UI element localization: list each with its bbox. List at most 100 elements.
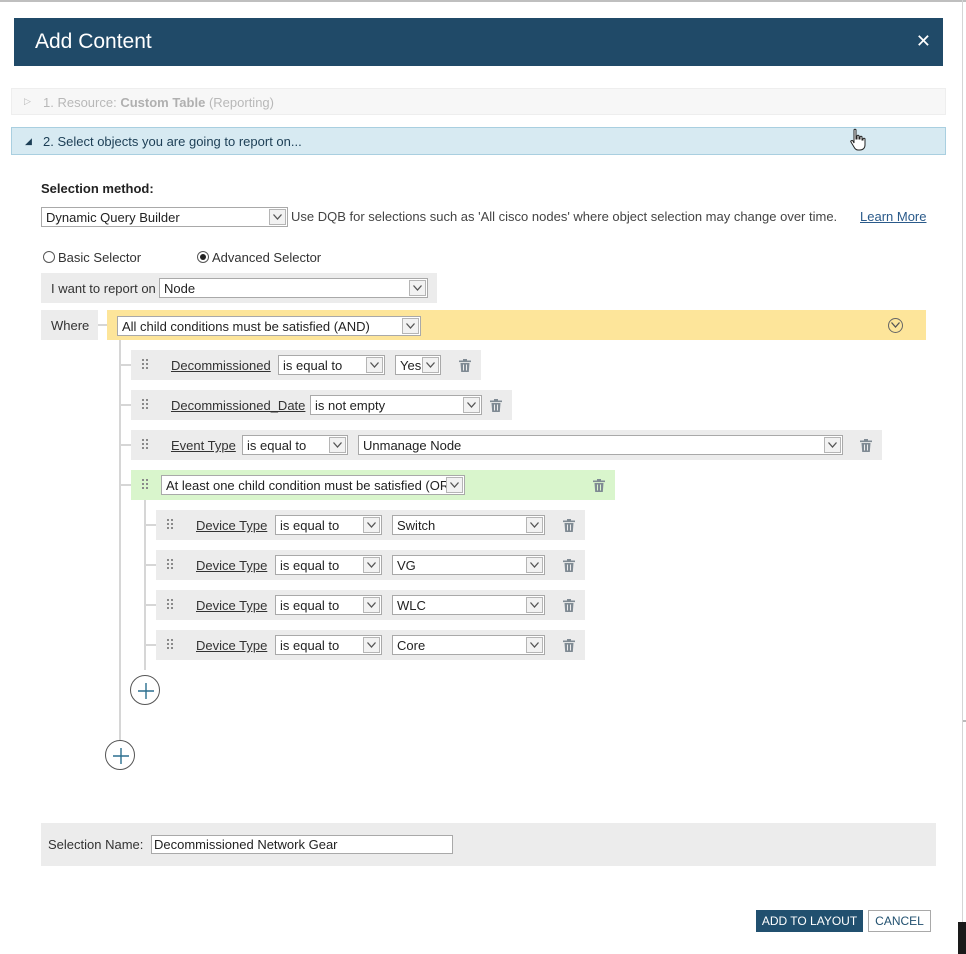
condition-value: Switch	[397, 518, 436, 533]
add-to-layout-button[interactable]: ADD TO LAYOUT	[756, 910, 863, 932]
collapse-triangle-icon: ◢	[25, 136, 32, 146]
condition-operator-select[interactable]: is equal to	[242, 435, 348, 455]
window-edge-block	[958, 922, 966, 954]
condition-operator-value: is equal to	[247, 438, 307, 453]
or-operator-value: At least one child condition must be sat…	[166, 478, 454, 493]
condition-value: Core	[397, 638, 426, 653]
condition-value: Yes	[400, 358, 422, 373]
dropdown-arrow-icon	[269, 209, 286, 225]
dropdown-arrow-icon	[363, 637, 380, 653]
trash-icon[interactable]	[860, 439, 872, 452]
basic-selector-label: Basic Selector	[58, 250, 142, 265]
condition-operator-value: is equal to	[280, 598, 340, 613]
collapse-circle-icon[interactable]	[888, 318, 903, 333]
dropdown-arrow-icon	[526, 597, 543, 613]
drag-handle-icon[interactable]	[142, 399, 150, 411]
and-operator-value: All child conditions must be satisfied (…	[122, 319, 370, 334]
condition-value-select[interactable]: Core	[392, 635, 545, 655]
report-on-select[interactable]: Node	[159, 278, 428, 298]
trash-icon[interactable]	[563, 599, 575, 612]
condition-value-select[interactable]: Unmanage Node	[358, 435, 843, 455]
selection-method-value: Dynamic Query Builder	[46, 210, 180, 225]
dropdown-arrow-icon	[363, 517, 380, 533]
trash-icon[interactable]	[563, 639, 575, 652]
condition-operator-select[interactable]: is equal to	[275, 555, 382, 575]
condition-row: Decommissioned is equal to Yes	[131, 350, 481, 380]
expand-triangle-icon: ▷	[24, 96, 31, 106]
where-label-box: Where	[41, 310, 98, 340]
condition-field[interactable]: Device Type	[196, 638, 267, 653]
step-resource-label: 1. Resource: Custom Table (Reporting)	[43, 95, 274, 110]
where-connector	[98, 324, 107, 326]
trash-icon[interactable]	[459, 359, 471, 372]
add-condition-icon[interactable]	[130, 675, 160, 705]
trash-icon[interactable]	[593, 479, 605, 492]
tree-branch	[144, 644, 156, 646]
condition-field[interactable]: Device Type	[196, 598, 267, 613]
tree-branch	[144, 604, 156, 606]
tree-branch	[119, 484, 131, 486]
condition-operator-select[interactable]: is equal to	[275, 515, 382, 535]
advanced-selector-radio[interactable]	[197, 251, 209, 263]
selection-method-hint: Use DQB for selections such as 'All cisc…	[291, 209, 838, 224]
or-group-bar: At least one child condition must be sat…	[131, 470, 615, 500]
step-select-objects-label: 2. Select objects you are going to repor…	[43, 134, 302, 149]
dropdown-arrow-icon	[409, 280, 426, 296]
cancel-button[interactable]: CANCEL	[868, 910, 931, 932]
condition-row: Device Type is equal to Switch	[156, 510, 585, 540]
add-condition-icon[interactable]	[105, 740, 135, 770]
condition-value-select[interactable]: Switch	[392, 515, 545, 535]
dropdown-arrow-icon	[422, 357, 439, 373]
drag-handle-icon[interactable]	[142, 439, 150, 451]
and-operator-select[interactable]: All child conditions must be satisfied (…	[117, 316, 421, 336]
selection-method-label: Selection method:	[41, 181, 154, 196]
selection-name-label: Selection Name:	[48, 837, 144, 852]
trash-icon[interactable]	[563, 559, 575, 572]
basic-selector-radio[interactable]	[43, 251, 55, 263]
drag-handle-icon[interactable]	[167, 599, 175, 611]
drag-handle-icon[interactable]	[142, 479, 150, 491]
trash-icon[interactable]	[563, 519, 575, 532]
tree-branch	[144, 564, 156, 566]
drag-handle-icon[interactable]	[167, 639, 175, 651]
condition-row: Device Type is equal to VG	[156, 550, 585, 580]
condition-operator-select[interactable]: is equal to	[278, 355, 385, 375]
drag-handle-icon[interactable]	[167, 559, 175, 571]
condition-field[interactable]: Decommissioned_Date	[171, 398, 305, 413]
trash-icon[interactable]	[490, 399, 502, 412]
condition-field[interactable]: Device Type	[196, 518, 267, 533]
or-operator-select[interactable]: At least one child condition must be sat…	[161, 475, 465, 495]
selection-name-row: Selection Name:	[41, 823, 936, 866]
dropdown-arrow-icon	[402, 318, 419, 334]
condition-field[interactable]: Device Type	[196, 558, 267, 573]
drag-handle-icon[interactable]	[142, 359, 150, 371]
condition-operator-select[interactable]: is equal to	[275, 595, 382, 615]
condition-operator-select[interactable]: is equal to	[275, 635, 382, 655]
condition-row: Device Type is equal to WLC	[156, 590, 585, 620]
condition-value-select[interactable]: Yes	[395, 355, 441, 375]
condition-operator-select[interactable]: is not empty	[310, 395, 482, 415]
where-label: Where	[51, 318, 90, 333]
dropdown-arrow-icon	[363, 597, 380, 613]
dialog-title: Add Content	[35, 30, 152, 53]
drag-handle-icon[interactable]	[167, 519, 175, 531]
condition-field[interactable]: Decommissioned	[171, 358, 271, 373]
condition-value-select[interactable]: WLC	[392, 595, 545, 615]
and-tree-line	[119, 340, 121, 740]
condition-field[interactable]: Event Type	[171, 438, 236, 453]
close-icon[interactable]: ✕	[916, 31, 931, 52]
step-select-objects-header[interactable]: ◢ 2. Select objects you are going to rep…	[11, 127, 946, 155]
dropdown-arrow-icon	[363, 557, 380, 573]
step-resource-header[interactable]: ▷ 1. Resource: Custom Table (Reporting)	[11, 88, 946, 115]
condition-value: Unmanage Node	[363, 438, 462, 453]
selection-method-select[interactable]: Dynamic Query Builder	[41, 207, 288, 227]
condition-operator-value: is equal to	[280, 518, 340, 533]
tree-branch	[144, 524, 156, 526]
condition-value-select[interactable]: VG	[392, 555, 545, 575]
learn-more-link[interactable]: Learn More	[860, 209, 926, 224]
selection-name-input[interactable]	[151, 835, 453, 854]
dropdown-arrow-icon	[446, 477, 463, 493]
dropdown-arrow-icon	[366, 357, 383, 373]
condition-operator-value: is equal to	[280, 638, 340, 653]
hand-cursor-icon	[850, 128, 866, 151]
